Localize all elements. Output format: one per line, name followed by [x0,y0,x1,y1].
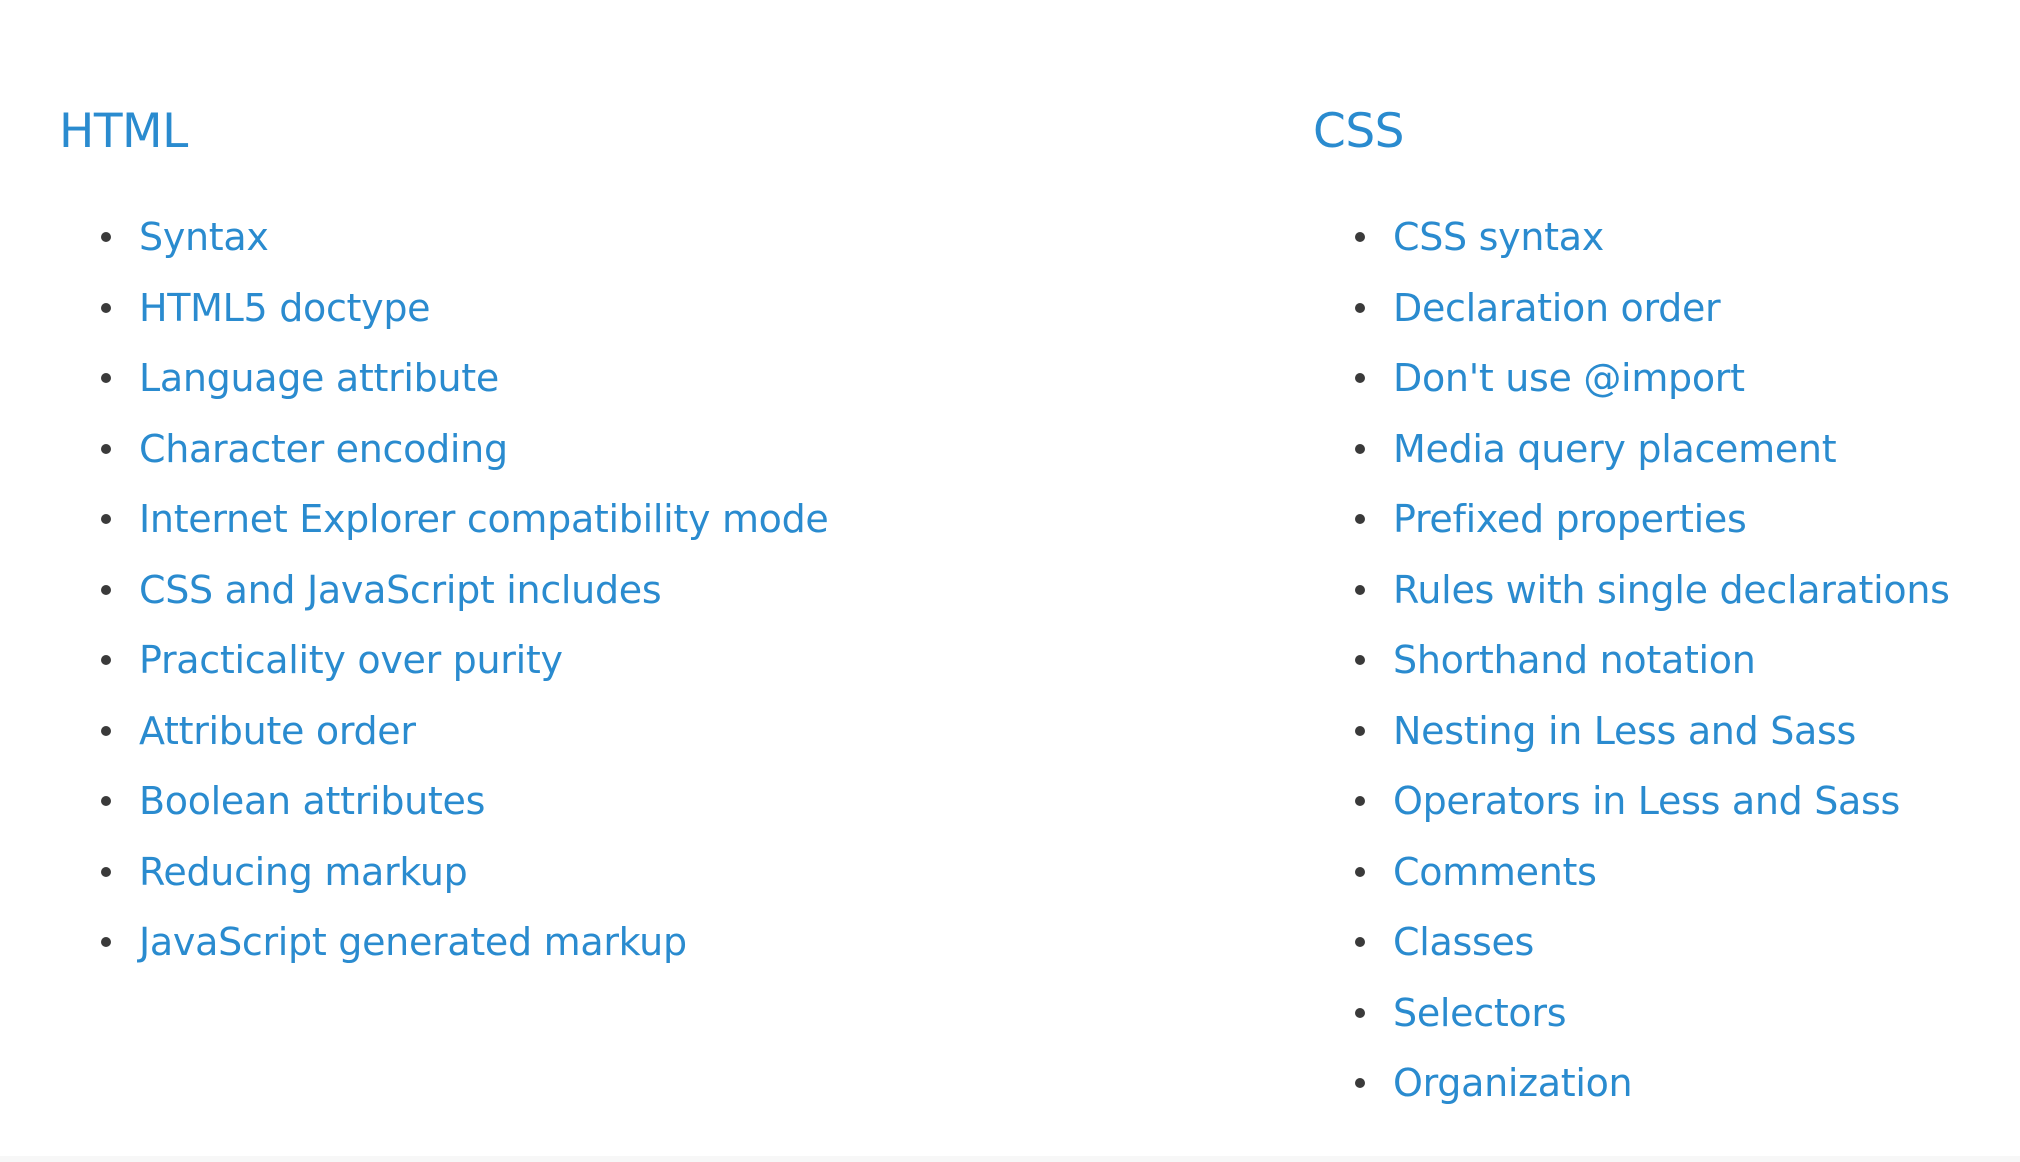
bullet-icon [1355,866,1365,877]
list-item: Reducing markup [59,837,829,908]
bullet-icon [1355,302,1365,313]
page: HTML Syntax HTML5 doctype Language attri… [0,0,2020,1162]
list-item: Character encoding [59,414,829,485]
bullet-icon [1355,232,1365,243]
bullet-icon [1355,1078,1365,1089]
toc-link[interactable]: Operators in Less and Sass [1393,779,1900,823]
list-item: CSS syntax [1313,202,1950,273]
bullet-icon [101,514,111,525]
bullet-icon [101,866,111,877]
list-item: Boolean attributes [59,766,829,837]
toc-link[interactable]: Media query placement [1393,427,1837,471]
bullet-icon [101,232,111,243]
bullet-icon [1355,796,1365,807]
toc-link[interactable]: Shorthand notation [1393,638,1756,682]
toc-link[interactable]: Prefixed properties [1393,497,1747,541]
bullet-icon [101,302,111,313]
toc-link[interactable]: Reducing markup [139,850,468,894]
list-item: Operators in Less and Sass [1313,766,1950,837]
bullet-icon [101,937,111,948]
bullet-icon [101,443,111,454]
toc-link[interactable]: Selectors [1393,991,1567,1035]
list-item: Comments [1313,837,1950,908]
bullet-icon [101,655,111,666]
bullet-icon [1355,725,1365,736]
list-item: Organization [1313,1048,1950,1119]
toc-link[interactable]: Classes [1393,920,1534,964]
list-item: Prefixed properties [1313,484,1950,555]
bullet-icon [1355,655,1365,666]
bullet-icon [101,584,111,595]
toc-link[interactable]: Comments [1393,850,1597,894]
html-toc-list: Syntax HTML5 doctype Language attribute … [59,202,829,978]
toc-link[interactable]: Internet Explorer compatibility mode [139,497,829,541]
list-item: Media query placement [1313,414,1950,485]
toc-link[interactable]: Boolean attributes [139,779,485,823]
list-item: Internet Explorer compatibility mode [59,484,829,555]
bullet-icon [1355,937,1365,948]
toc-link[interactable]: Organization [1393,1061,1633,1105]
bullet-icon [1355,1007,1365,1018]
toc-link[interactable]: Attribute order [139,709,416,753]
toc-link[interactable]: JavaScript generated markup [139,920,687,964]
list-item: JavaScript generated markup [59,907,829,978]
css-section: CSS CSS syntax Declaration order Don't u… [1313,104,1950,1119]
css-toc-list: CSS syntax Declaration order Don't use @… [1313,202,1950,1119]
list-item: Rules with single declarations [1313,555,1950,626]
toc-link[interactable]: Language attribute [139,356,499,400]
list-item: Nesting in Less and Sass [1313,696,1950,767]
list-item: HTML5 doctype [59,273,829,344]
toc-link[interactable]: Character encoding [139,427,508,471]
list-item: CSS and JavaScript includes [59,555,829,626]
list-item: Language attribute [59,343,829,414]
toc-link[interactable]: CSS and JavaScript includes [139,568,662,612]
section-title-css: CSS [1313,104,1404,159]
bullet-icon [101,373,111,384]
toc-link[interactable]: Nesting in Less and Sass [1393,709,1856,753]
toc-link[interactable]: Practicality over purity [139,638,563,682]
list-item: Selectors [1313,978,1950,1049]
toc-link[interactable]: CSS syntax [1393,215,1604,259]
toc-link[interactable]: Don't use @import [1393,356,1745,400]
list-item: Practicality over purity [59,625,829,696]
toc-link[interactable]: Declaration order [1393,286,1721,330]
list-item: Shorthand notation [1313,625,1950,696]
bullet-icon [1355,514,1365,525]
bullet-icon [101,796,111,807]
html-section: HTML Syntax HTML5 doctype Language attri… [59,104,829,978]
bullet-icon [1355,373,1365,384]
toc-link[interactable]: Rules with single declarations [1393,568,1950,612]
list-item: Don't use @import [1313,343,1950,414]
bullet-icon [101,725,111,736]
list-item: Syntax [59,202,829,273]
section-title-html: HTML [59,104,188,159]
toc-link[interactable]: Syntax [139,215,269,259]
toc-link[interactable]: HTML5 doctype [139,286,431,330]
list-item: Classes [1313,907,1950,978]
bullet-icon [1355,443,1365,454]
list-item: Attribute order [59,696,829,767]
bullet-icon [1355,584,1365,595]
list-item: Declaration order [1313,273,1950,344]
footer-divider [0,1156,2020,1162]
